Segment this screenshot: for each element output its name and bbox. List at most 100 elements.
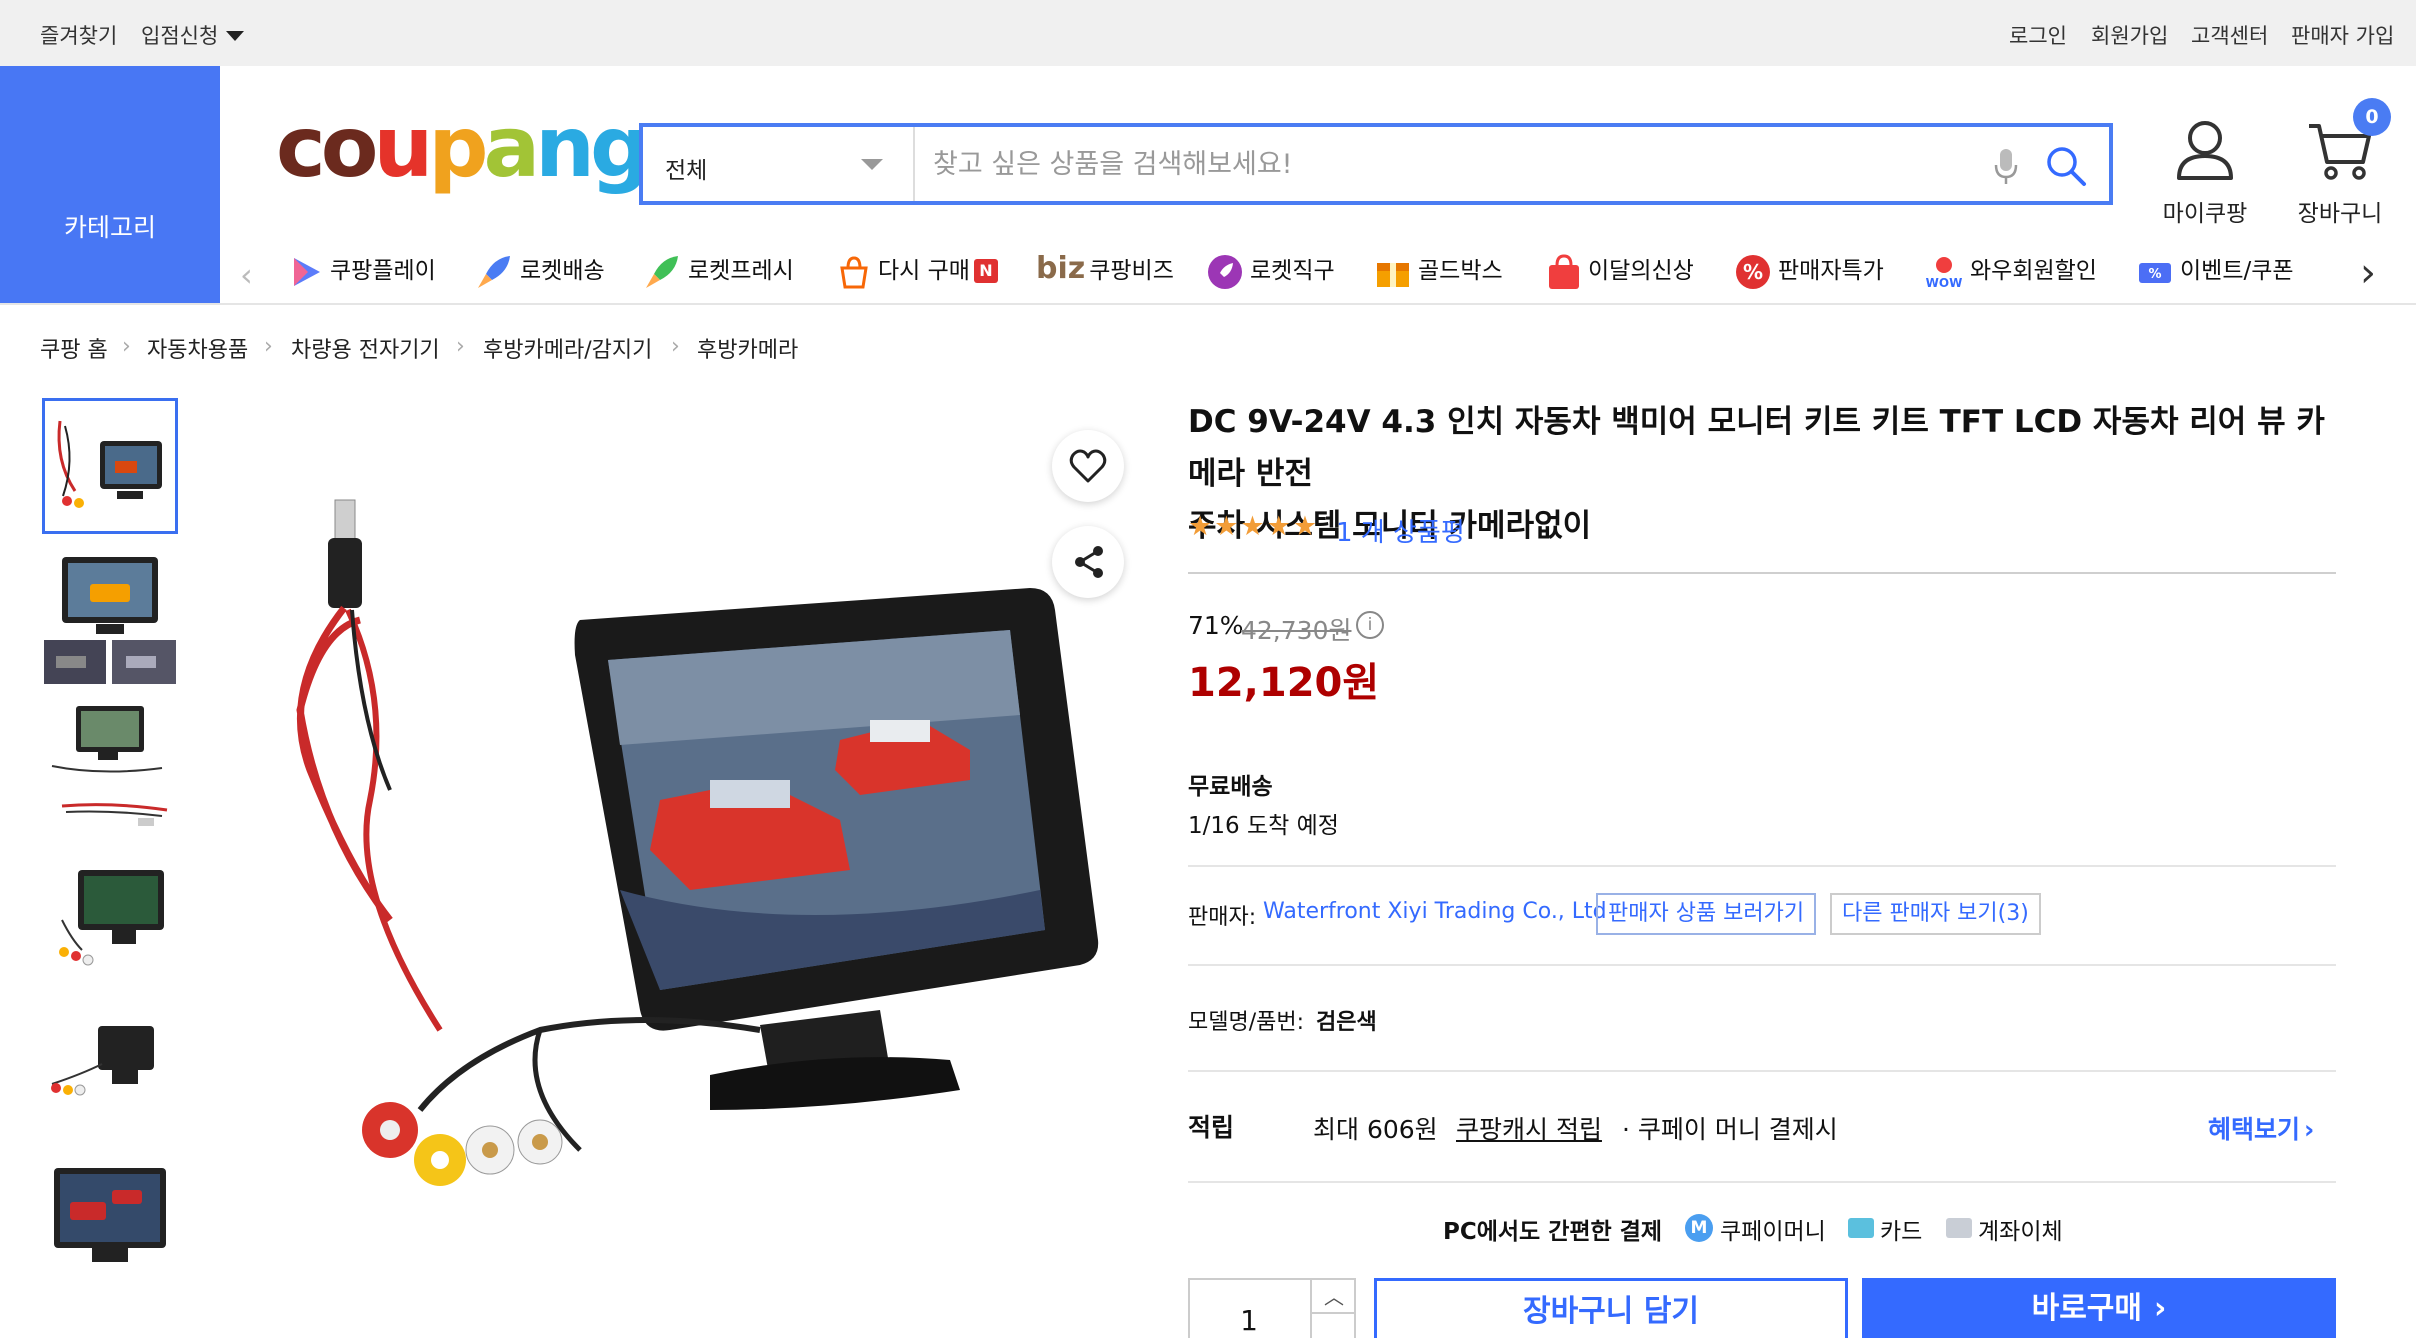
rocket-icon	[478, 255, 510, 288]
mycoupang-button[interactable]: 마이쿠팡	[2155, 118, 2255, 228]
share-icon	[1075, 546, 1103, 578]
coupon-icon: %	[2139, 262, 2171, 283]
pay-card-label: 카드	[1880, 1219, 1923, 1245]
product-thumbnail[interactable]	[42, 398, 178, 534]
share-button[interactable]	[1052, 526, 1124, 598]
bank-transfer-icon	[1946, 1218, 1972, 1238]
breadcrumb-item[interactable]: 차량용 전자기기	[291, 332, 440, 364]
shipping-label: 무료배송	[1188, 774, 1273, 800]
coupang-cash-link[interactable]: 쿠팡캐시 적립	[1456, 1110, 1602, 1146]
benefit-link[interactable]: 혜택보기 ›	[2208, 1110, 2314, 1146]
heart-icon	[1069, 449, 1107, 483]
product-thumbnail[interactable]	[42, 860, 178, 996]
strip-item-events[interactable]: % 이벤트/쿠폰	[2136, 251, 2294, 291]
sale-price: 12,120원	[1188, 660, 1380, 706]
strip-label: 와우회원할인	[1970, 258, 2097, 284]
product-thumbnail[interactable]	[42, 1168, 178, 1304]
strip-item-rocket-global[interactable]: 로켓직구	[1206, 251, 1335, 291]
product-title-line: DC 9V-24V 4.3 인치 자동차 백미어 모니터 키트 키트 TFT L…	[1188, 404, 2325, 492]
breadcrumb-item[interactable]: 쿠팡 홈	[40, 332, 108, 364]
strip-item-rocket-delivery[interactable]: 로켓배송	[474, 251, 605, 292]
search-input[interactable]	[933, 139, 1973, 189]
strip-label: 이달의신상	[1588, 258, 1694, 284]
quantity-spinner: ︿	[1310, 1280, 1356, 1338]
strip-next-arrow-icon[interactable]: ›	[2360, 250, 2376, 296]
coupay-money-icon: M	[1685, 1214, 1713, 1242]
strip-item-rocket-fresh[interactable]: 로켓프레시	[642, 251, 794, 292]
product-thumbnail[interactable]	[42, 706, 178, 842]
goldbox-icon	[1377, 262, 1409, 287]
favorites-link[interactable]: 즐겨찾기	[40, 20, 117, 50]
buy-now-button[interactable]: 바로구매 ›	[1862, 1278, 2336, 1338]
strip-item-wow-discount[interactable]: WOW 와우회원할인	[1924, 251, 2097, 291]
wishlist-button[interactable]	[1052, 430, 1124, 502]
cart-count-badge: 0	[2353, 98, 2391, 136]
divider	[1188, 572, 2336, 574]
rocket-fresh-icon	[646, 255, 678, 288]
product-thumbnail[interactable]	[42, 1014, 178, 1150]
strip-label: 로켓배송	[520, 258, 605, 284]
info-icon[interactable]: i	[1356, 611, 1384, 639]
cart-label: 장바구니	[2297, 201, 2383, 227]
search-icon[interactable]	[2045, 145, 2087, 187]
customer-center-link[interactable]: 고객센터	[2191, 20, 2268, 50]
new-badge: N	[973, 259, 998, 283]
divider	[1188, 1181, 2336, 1183]
category-label: 카테고리	[63, 213, 156, 242]
benefit-label: 혜택보기	[2208, 1115, 2301, 1144]
search-category-select[interactable]: 전체	[643, 127, 915, 201]
svg-text:%: %	[2148, 267, 2161, 282]
discount-rate: 71%	[1188, 611, 1244, 640]
strip-label: 로켓직구	[1250, 258, 1335, 284]
thumbnail-image	[59, 870, 164, 966]
strip-item-rebuy[interactable]: 다시 구매 N	[836, 251, 998, 290]
coupang-logo[interactable]: coupang	[276, 105, 650, 189]
category-menu-button[interactable]: 카테고리	[0, 66, 220, 304]
add-to-cart-button[interactable]: 장바구니 담기	[1374, 1278, 1848, 1338]
model-value: 검은색	[1316, 1010, 1377, 1035]
divider	[1188, 1070, 2336, 1072]
strip-label: 판매자특가	[1778, 258, 1884, 284]
points-max: 최대 606원	[1313, 1115, 1438, 1144]
strip-item-coupang-play[interactable]: 쿠팡플레이	[288, 251, 436, 290]
strip-item-biz[interactable]: biz 쿠팡비즈	[1036, 251, 1174, 286]
strip-item-seller-deals[interactable]: % 판매자특가	[1734, 251, 1884, 291]
seller-products-button[interactable]: 판매자 상품 보러가기	[1596, 893, 1817, 935]
chevron-right-icon: ›	[122, 334, 131, 359]
thumbnail-image	[57, 420, 162, 508]
signup-link[interactable]: 회원가입	[2091, 20, 2168, 50]
strip-item-goldbox[interactable]: 골드박스	[1374, 251, 1503, 291]
card-icon	[1848, 1218, 1874, 1238]
search-bar: 전체	[639, 123, 2113, 205]
breadcrumb-item[interactable]: 후방카메라/감지기	[483, 332, 652, 364]
points-pay-text: · 쿠페이 머니 결제시	[1622, 1115, 1838, 1144]
store-apply-dropdown[interactable]: 입점신청	[141, 20, 245, 50]
chevron-right-icon: ›	[2154, 1291, 2167, 1326]
login-link[interactable]: 로그인	[2009, 20, 2067, 50]
review-count-link[interactable]: 1 개 상품평	[1336, 512, 1465, 549]
pay-bank-label: 계좌이체	[1978, 1219, 2063, 1245]
quantity-increase-icon[interactable]: ︿	[1312, 1280, 1356, 1314]
thumbnail-image	[51, 1026, 154, 1096]
strip-prev-arrow-icon[interactable]: ‹	[240, 256, 253, 294]
microphone-icon[interactable]	[1991, 147, 2021, 187]
seller-name-link[interactable]: Waterfront Xiyi Trading Co., Ltd	[1263, 899, 1607, 924]
quantity-input[interactable]: 1	[1190, 1304, 1308, 1337]
product-thumbnail[interactable]	[42, 552, 178, 688]
rebuy-icon	[840, 255, 868, 288]
quantity-stepper: 1 ︿	[1188, 1278, 1356, 1338]
seller-signup-link[interactable]: 판매자 가입	[2291, 20, 2394, 50]
divider	[1188, 964, 2336, 966]
other-sellers-button[interactable]: 다른 판매자 보기(3)	[1830, 893, 2041, 935]
mycoupang-label: 마이쿠팡	[2162, 201, 2248, 227]
pay-intro: PC에서도 간편한 결제	[1443, 1219, 1663, 1245]
breadcrumb-item[interactable]: 자동차용품	[147, 332, 248, 364]
new-bag-icon	[1549, 253, 1579, 289]
thumbnail-image	[54, 1168, 166, 1262]
store-apply-label: 입점신청	[141, 24, 219, 48]
chevron-right-icon: ›	[264, 334, 273, 359]
strip-item-new-arrivals[interactable]: 이달의신상	[1546, 251, 1694, 291]
svg-text:%: %	[1743, 260, 1763, 284]
chevron-right-icon: ›	[671, 334, 680, 359]
breadcrumb-item[interactable]: 후방카메라	[697, 332, 798, 364]
